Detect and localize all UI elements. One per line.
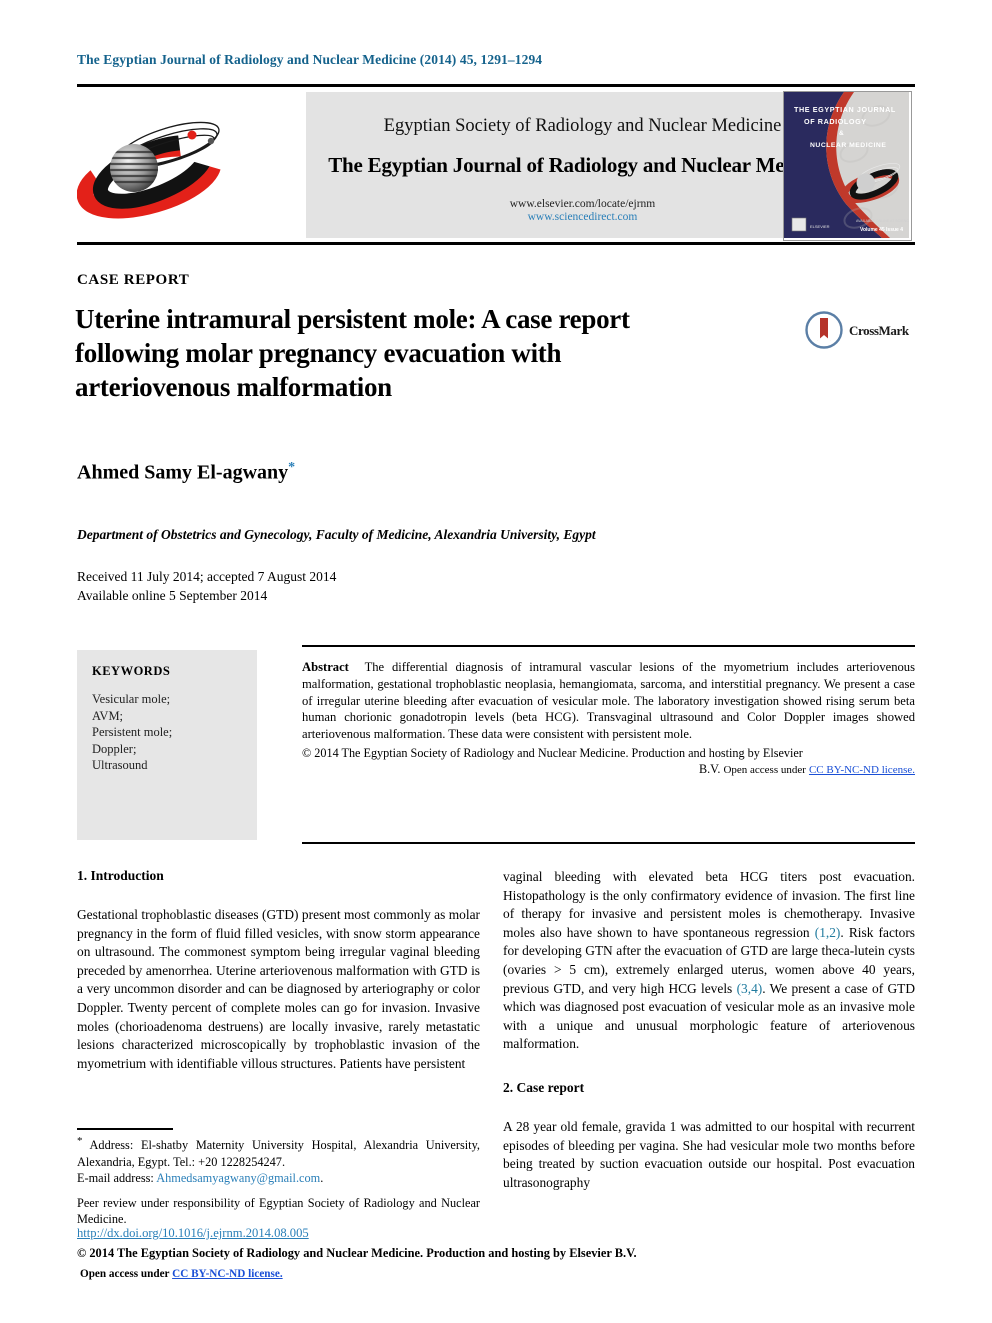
body-column-left: 1. Introduction Gestational trophoblasti… (77, 868, 480, 1073)
abstract-copyright: © 2014 The Egyptian Society of Radiology… (302, 745, 915, 761)
abstract-bottom-rule (302, 842, 915, 844)
author-name-text: Ahmed Samy El-agwany (77, 461, 289, 484)
masthead-top-rule (77, 84, 915, 87)
abstract-copyright-tail: B.V. Open access under CC BY-NC-ND licen… (302, 761, 915, 778)
keyword-item: AVM; (92, 708, 124, 723)
peer-review-footnote: Peer review under responsibility of Egyp… (77, 1195, 480, 1227)
elsevier-url[interactable]: www.elsevier.com/locate/ejrnm (306, 198, 859, 210)
society-name: Egyptian Society of Radiology and Nuclea… (383, 116, 782, 136)
svg-text:ELSEVIER: ELSEVIER (810, 224, 830, 229)
abstract-copyright-bv: B.V. (698, 762, 721, 777)
email-label: E-mail address: (77, 1171, 157, 1186)
egyptian-society-radiology-logo (76, 100, 229, 230)
body-column-right: vaginal bleeding with elevated beta HCG … (503, 868, 915, 1192)
citation-link-1[interactable]: (1,2) (815, 925, 841, 940)
svg-text:AVAILABLE ONLINE AT SCIENCEDIR: AVAILABLE ONLINE AT SCIENCEDIRECT (856, 219, 909, 223)
citation-link-2[interactable]: (3,4) (737, 981, 763, 996)
sciencedirect-url[interactable]: www.sciencedirect.com (306, 211, 859, 223)
available-online-date: Available online 5 September 2014 (77, 588, 268, 603)
corresponding-address-text: Address: El-shatby Maternity University … (77, 1138, 480, 1169)
footnote-divider (77, 1128, 173, 1130)
author-footnote-marker[interactable]: * (288, 460, 295, 475)
journal-name: The Egyptian Journal of Radiology and Nu… (328, 153, 837, 177)
crossmark-label: CrossMark (849, 323, 909, 338)
footer-copyright: © 2014 The Egyptian Society of Radiology… (77, 1246, 637, 1260)
masthead-bottom-rule (77, 242, 915, 245)
introduction-paragraph-left: Gestational trophoblastic diseases (GTD)… (77, 907, 480, 1071)
publication-dates: Received 11 July 2014; accepted 7 August… (77, 567, 336, 605)
svg-text:&: & (839, 130, 844, 137)
abstract-top-rule (302, 645, 915, 647)
footnotes-block: * Address: El-shatby Maternity Universit… (77, 1133, 480, 1228)
keywords-heading: KEYWORDS (92, 664, 171, 678)
abstract-copyright-text: © 2014 The Egyptian Society of Radiology… (302, 745, 803, 760)
abstract-license-link[interactable]: CC BY-NC-ND license. (809, 764, 915, 776)
abstract-text: The differential diagnosis of intramural… (302, 660, 915, 742)
author-affiliation: Department of Obstetrics and Gynecology,… (77, 527, 596, 542)
running-head: The Egyptian Journal of Radiology and Nu… (77, 52, 543, 67)
author-name: Ahmed Samy El-agwany* (77, 460, 295, 485)
svg-text:THE EGYPTIAN JOURNAL: THE EGYPTIAN JOURNAL (794, 105, 896, 114)
abstract-label: Abstract (302, 660, 349, 674)
keyword-item: Doppler; (92, 741, 137, 756)
case-report-paragraph: A 28 year old female, gravida 1 was admi… (503, 1118, 915, 1190)
email-footnote: E-mail address: Ahmedsamyagwany@gmail.co… (77, 1170, 480, 1187)
cover-volume-text: Volume 45 Issue 4 (860, 227, 903, 233)
journal-cover-thumbnail: THE EGYPTIAN JOURNAL OF RADIOLOGY & NUCL… (783, 91, 912, 241)
masthead: Egyptian Society of Radiology and Nuclea… (76, 91, 915, 241)
journal-article-page: The Egyptian Journal of Radiology and Nu… (0, 0, 992, 1323)
masthead-center-panel: Egyptian Society of Radiology and Nuclea… (306, 92, 859, 238)
svg-text:OF RADIOLOGY: OF RADIOLOGY (804, 117, 867, 126)
article-type-label: CASE REPORT (77, 272, 190, 288)
keywords-box: KEYWORDS Vesicular mole; AVM; Persistent… (77, 650, 257, 840)
introduction-paragraph-right: vaginal bleeding with elevated beta HCG … (503, 868, 915, 1054)
corresponding-address-footnote: * Address: El-shatby Maternity Universit… (77, 1133, 480, 1170)
email-period: . (320, 1171, 324, 1186)
email-link[interactable]: Ahmedsamyagwany@gmail.com (156, 1171, 320, 1185)
svg-text:NUCLEAR MEDICINE: NUCLEAR MEDICINE (810, 142, 886, 149)
abstract-openaccess-prefix: Open access under (723, 764, 806, 777)
keyword-item: Vesicular mole; (92, 692, 171, 706)
footer-license-link[interactable]: CC BY-NC-ND license. (172, 1268, 283, 1280)
doi-link[interactable]: http://dx.doi.org/10.1016/j.ejrnm.2014.0… (77, 1226, 309, 1241)
footer-openaccess-prefix: Open access under (80, 1268, 173, 1280)
received-date: Received 11 July 2014; accepted 7 August… (77, 569, 337, 584)
footer-openaccess: Open access under CC BY-NC-ND license. (80, 1268, 283, 1280)
keyword-item: Ultrasound (92, 758, 148, 772)
page-title: Uterine intramural persistent mole: A ca… (75, 304, 630, 402)
crossmark-badge-group[interactable]: CrossMark (805, 311, 915, 353)
keyword-item: Persistent mole; (92, 725, 173, 739)
abstract-block: Abstract The differential diagnosis of i… (302, 659, 915, 778)
section-heading-introduction: 1. Introduction (77, 868, 164, 883)
section-heading-case-report: 2. Case report (503, 1079, 585, 1095)
crossmark-icon (805, 311, 843, 349)
